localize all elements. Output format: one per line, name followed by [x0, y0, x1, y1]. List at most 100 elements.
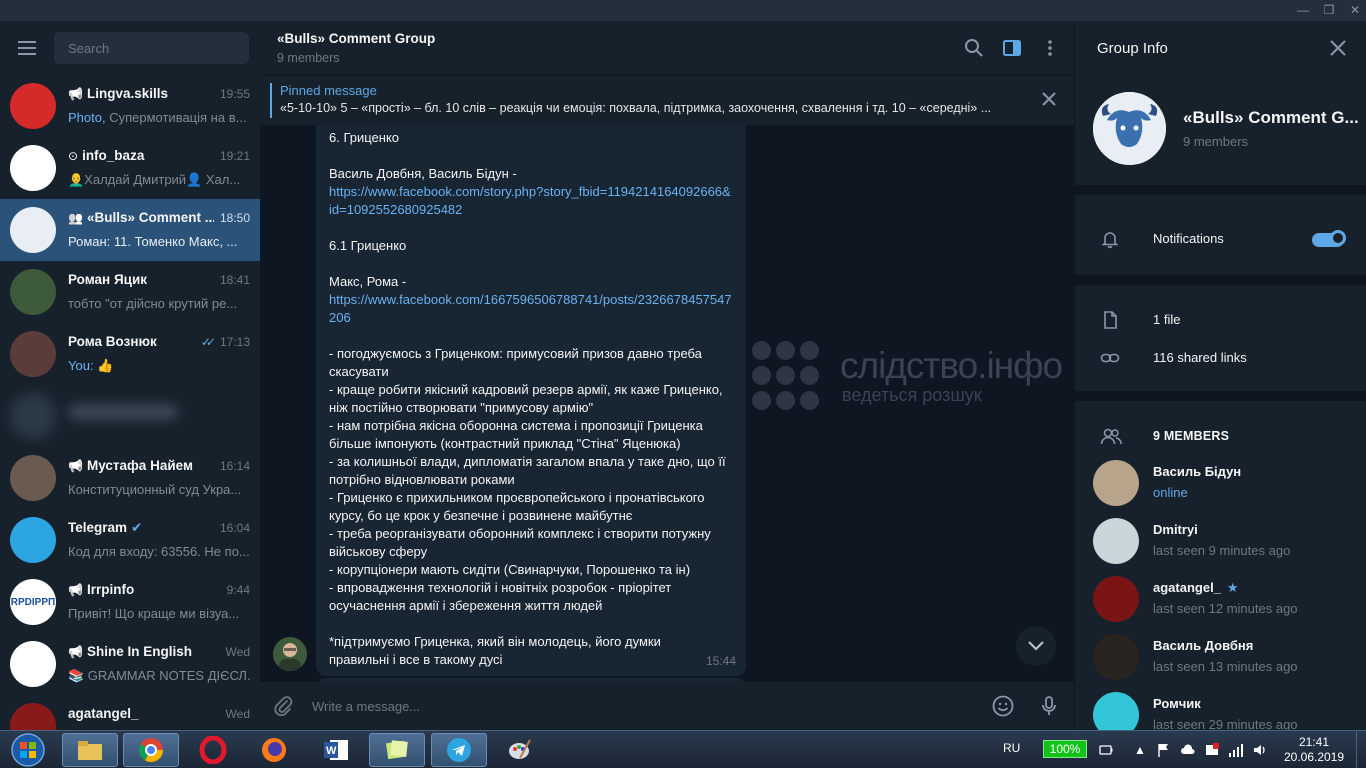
group-type-icon: 👥: [68, 211, 83, 225]
notifications-row[interactable]: Notifications: [1075, 215, 1366, 263]
channel-type-icon: 📢: [68, 459, 83, 473]
sticky-notes-icon: [385, 740, 408, 760]
tray-arrow-icon[interactable]: ▲: [1134, 743, 1146, 768]
taskbar-chrome[interactable]: [123, 733, 179, 767]
chat-list-item[interactable]: RPDIPPП 📢 Irrpinfo 9:44 Привіт! Що краще ми …: [0, 571, 260, 633]
chat-name: Telegram ✔: [68, 520, 143, 535]
restore-button[interactable]: ❐: [1316, 2, 1342, 19]
pinned-title: Pinned message: [280, 83, 377, 98]
signal-icon[interactable]: [1228, 742, 1244, 758]
battery-saver-icon[interactable]: [1098, 742, 1114, 758]
telegram-icon: [447, 738, 471, 762]
message-line: 6.1 Гриценко: [329, 238, 407, 253]
search-icon[interactable]: [963, 37, 985, 59]
chat-list-item[interactable]: ⊙ info_baza 19:21 👨‍🦲Халдай Дмитрий👤 Хал...: [0, 137, 260, 199]
chat-list-item[interactable]: Роман Яцик 18:41 тобто "от дійсно крутий р…: [0, 261, 260, 323]
battery-indicator[interactable]: 100%: [1043, 740, 1087, 758]
read-check-icon: ✓✓: [200, 335, 216, 349]
members-header: 9 MEMBERS: [1075, 417, 1366, 455]
clock-date: 20.06.2019: [1283, 750, 1345, 764]
close-icon[interactable]: [1328, 38, 1348, 58]
chat-preview: Конституционный суд Укра...: [68, 482, 242, 497]
chat-time: Wed: [225, 645, 250, 659]
channel-type-icon: 📢: [68, 645, 83, 659]
chat-name: 📢 Lingva.skills: [68, 86, 168, 101]
notifications-toggle[interactable]: [1312, 230, 1346, 247]
member-item[interactable]: Dmitryi last seen 9 minutes ago: [1075, 513, 1366, 571]
microphone-icon[interactable]: [1037, 694, 1061, 718]
member-item[interactable]: Василь Довбня last seen 13 minutes ago: [1075, 629, 1366, 687]
group-avatar[interactable]: [1093, 92, 1166, 165]
links-row[interactable]: 116 shared links: [1075, 339, 1366, 377]
taskbar-paint[interactable]: [492, 733, 548, 767]
chat-preview: Роман: 11. Томенко Макс, ...: [68, 234, 238, 249]
search-input[interactable]: [54, 32, 249, 64]
member-name: Василь Бідун: [1153, 464, 1242, 479]
chat-preview: You: 👍: [68, 358, 114, 373]
more-options-icon[interactable]: [1039, 37, 1061, 59]
group-members-count: 9 members: [1183, 134, 1249, 149]
sender-avatar[interactable]: [273, 637, 307, 671]
minimize-button[interactable]: —: [1290, 2, 1316, 19]
member-item[interactable]: agatangel_ ★ last seen 12 minutes ago: [1075, 571, 1366, 629]
taskbar-opera[interactable]: [185, 733, 241, 767]
notifications-label: Notifications: [1153, 231, 1224, 246]
chat-list-item[interactable]: 📢 Lingva.skills 19:55 Photo, Супермотивація…: [0, 75, 260, 137]
taskbar-firefox[interactable]: [246, 733, 302, 767]
chat-list-item[interactable]: [0, 385, 260, 447]
close-pinned-icon[interactable]: [1040, 90, 1058, 108]
file-icon: [1104, 311, 1117, 329]
message-link[interactable]: https://www.facebook.com/166759650678874…: [329, 292, 732, 325]
close-window-button[interactable]: ✕: [1342, 2, 1366, 19]
clock[interactable]: 21:41 20.06.2019: [1282, 735, 1346, 765]
chevron-down-icon: [1028, 641, 1044, 651]
chat-list-item[interactable]: 👥 «Bulls» Comment ... 18:50 Роман: 11. Томе…: [0, 199, 260, 261]
message-bubble[interactable]: 6. Гриценко Василь Довбня, Василь Бідун …: [316, 125, 746, 676]
scroll-down-button[interactable]: [1016, 626, 1056, 666]
avatar: [1093, 634, 1139, 680]
member-item[interactable]: Василь Бідун online: [1075, 455, 1366, 513]
emoji-icon[interactable]: [991, 694, 1015, 718]
show-desktop-button[interactable]: [1356, 731, 1366, 768]
watermark-logo: слідство.інфо ведеться розшук: [752, 341, 1072, 411]
chat-list-item[interactable]: Рома Вознюк ✓✓ 17:13 You: 👍: [0, 323, 260, 385]
windows-taskbar: W RU 100% ▲ 21:41 20.06.2019: [0, 730, 1366, 768]
links-label: 116 shared links: [1153, 350, 1247, 365]
chat-time: 18:50: [219, 211, 250, 225]
antivirus-icon[interactable]: [1204, 742, 1220, 758]
chat-name: Рома Вознюк: [68, 334, 157, 349]
cloud-sync-icon[interactable]: [1180, 742, 1196, 758]
message-input[interactable]: [312, 695, 912, 717]
chat-name: 📢 Мустафа Найем: [68, 458, 193, 473]
taskbar-explorer[interactable]: [62, 733, 118, 767]
volume-icon[interactable]: [1252, 742, 1268, 758]
avatar: [10, 207, 56, 253]
taskbar-telegram[interactable]: [431, 733, 487, 767]
message-list[interactable]: 6. Гриценко Василь Довбня, Василь Бідун …: [260, 125, 1074, 682]
taskbar-word[interactable]: W: [308, 733, 364, 767]
attach-icon[interactable]: [272, 695, 294, 717]
menu-icon[interactable]: [18, 41, 36, 55]
chat-name: agatangel_: [68, 706, 139, 721]
clock-time: 21:41: [1298, 735, 1330, 749]
chat-list-item[interactable]: agatangel_ Wed: [0, 695, 260, 730]
member-list: Василь Бідун online Dmitryi last seen 9 min…: [1075, 455, 1366, 730]
chat-list-item[interactable]: Telegram ✔ 16:04 Код для входу: 63556. Не п…: [0, 509, 260, 571]
message-link[interactable]: https://www.facebook.com/story.php?story…: [329, 184, 731, 217]
member-item[interactable]: Ромчик last seen 29 minutes ago: [1075, 687, 1366, 730]
taskbar-sticky-notes[interactable]: [369, 733, 425, 767]
avatar: [1093, 576, 1139, 622]
start-button-icon[interactable]: [4, 732, 52, 768]
pinned-message-bar[interactable]: Pinned message «5-10-10» 5 – «прості» – …: [260, 75, 1074, 125]
chat-title[interactable]: «Bulls» Comment Group: [277, 31, 435, 46]
sidebar-toggle-icon[interactable]: [1001, 37, 1023, 59]
chat-list-item[interactable]: 📢 Мустафа Найем 16:14 Конституционный суд У…: [0, 447, 260, 509]
files-row[interactable]: 1 file: [1075, 301, 1366, 339]
language-indicator[interactable]: RU: [1003, 741, 1020, 768]
members-icon: [1100, 428, 1122, 445]
member-name: Ромчик: [1153, 696, 1201, 711]
avatar: [10, 145, 56, 191]
action-center-flag-icon[interactable]: [1156, 742, 1172, 758]
chat-list-item[interactable]: 📢 Shine In English Wed 📚 GRAMMAR NOTES ДІЄС…: [0, 633, 260, 695]
avatar: [10, 517, 56, 563]
